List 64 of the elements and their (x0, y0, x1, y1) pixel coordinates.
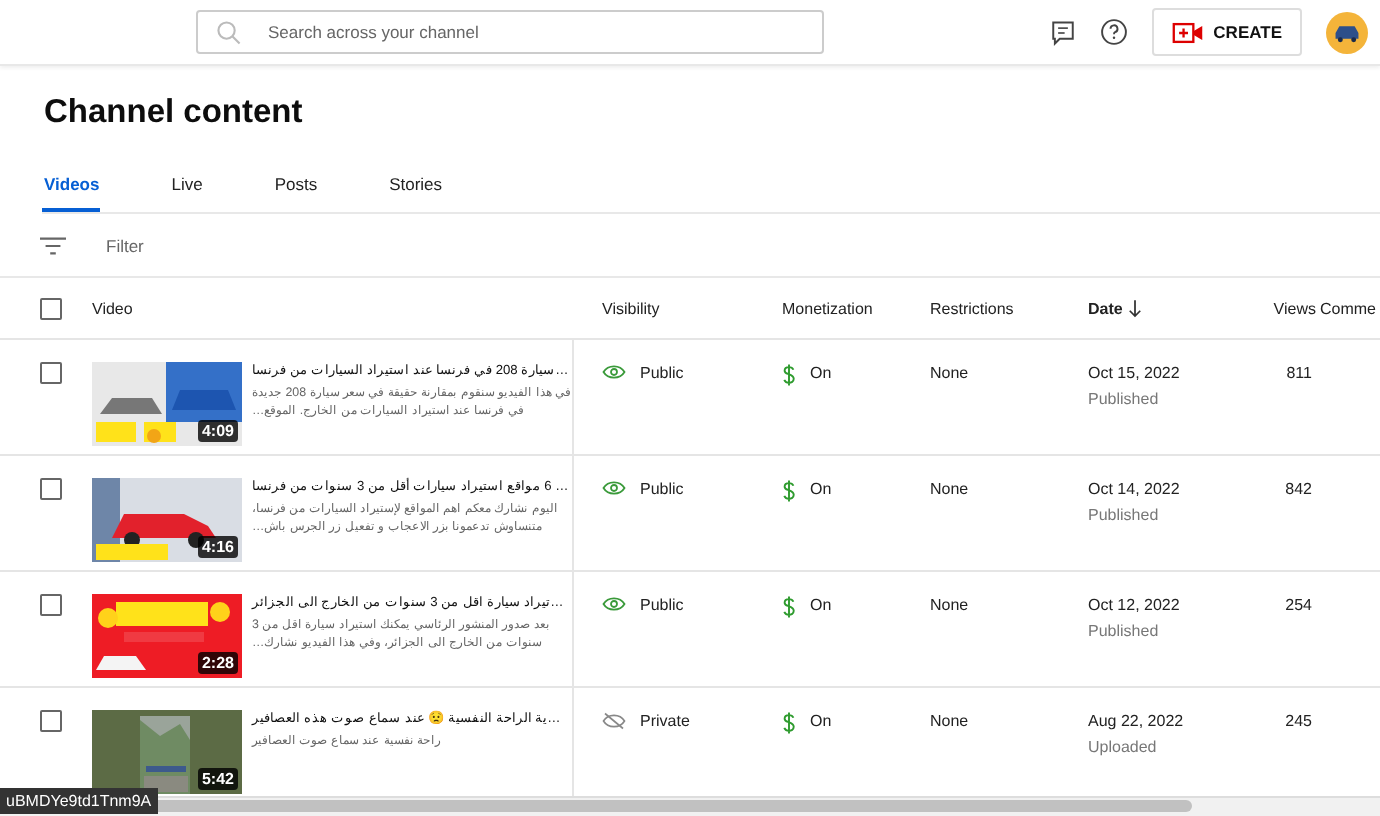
video-plus-icon (1171, 21, 1204, 43)
row-checkbox[interactable] (40, 478, 62, 500)
monetization-status[interactable]: On (810, 712, 832, 730)
eye-icon (602, 596, 626, 612)
dollar-icon (782, 712, 796, 734)
views-count: 254 (1285, 596, 1312, 614)
monetization-status[interactable]: On (810, 480, 832, 498)
eye-icon (602, 480, 626, 496)
date-status: Uploaded (1088, 738, 1157, 756)
date-text: Oct 12, 2022 (1088, 596, 1180, 614)
eye-icon (602, 364, 626, 380)
monetization-status[interactable]: On (810, 596, 832, 614)
duration-badge: 4:09 (197, 420, 238, 442)
restrictions-text: None (930, 480, 969, 498)
row-checkbox[interactable] (40, 362, 62, 384)
date-text: Aug 22, 2022 (1088, 712, 1184, 730)
date-status: Published (1088, 622, 1159, 640)
column-header[interactable]: Monetization (782, 299, 873, 317)
page-title: Channel content (44, 94, 305, 134)
views-count: 245 (1285, 712, 1312, 730)
column-header[interactable]: Visibility (602, 299, 660, 317)
views-count: 811 (1286, 364, 1312, 382)
views-count: 842 (1285, 480, 1312, 498)
duration-badge: 4:16 (197, 536, 238, 558)
date-text: Oct 14, 2022 (1088, 480, 1180, 498)
restrictions-text: None (930, 364, 969, 382)
help-icon[interactable] (1099, 18, 1128, 46)
filter-icon[interactable] (40, 235, 66, 255)
dollar-icon (782, 364, 796, 386)
feedback-icon[interactable] (1049, 19, 1076, 45)
tab[interactable]: Videos (42, 158, 100, 212)
column-header[interactable]: Restrictions (930, 299, 1014, 317)
avatar-icon[interactable] (1326, 11, 1368, 53)
filter-field[interactable]: Filter (106, 235, 246, 255)
status-tooltip: uBMDYe9td1Tnm9A (0, 788, 158, 814)
search-field[interactable]: Search across your channel (196, 10, 824, 54)
sort-arrow-icon (1128, 299, 1143, 317)
column-header[interactable]: Video (92, 299, 133, 317)
row-checkbox[interactable] (40, 710, 62, 732)
column-header[interactable]: Comme (1320, 299, 1377, 317)
create-button[interactable]: CREATE (1151, 8, 1302, 56)
restrictions-text: None (930, 712, 969, 730)
eye-off-icon (602, 712, 626, 730)
date-status: Published (1088, 390, 1159, 408)
column-header[interactable]: Views (1273, 299, 1316, 317)
restrictions-text: None (930, 596, 969, 614)
visibility-status[interactable]: Private (640, 712, 690, 730)
duration-badge: 2:28 (197, 652, 238, 674)
tab[interactable]: Posts (272, 158, 318, 212)
search-icon (216, 20, 242, 46)
select-all-checkbox[interactable] (40, 297, 62, 319)
column-header[interactable]: Date (1088, 299, 1143, 317)
date-status: Published (1088, 506, 1159, 524)
dollar-icon (782, 480, 796, 502)
visibility-status[interactable]: Public (640, 480, 684, 498)
visibility-status[interactable]: Public (640, 596, 684, 614)
date-text: Oct 15, 2022 (1088, 364, 1180, 382)
tab[interactable]: Stories (387, 158, 443, 212)
dollar-icon (782, 596, 796, 618)
monetization-status[interactable]: On (810, 364, 832, 382)
duration-badge: 5:42 (197, 768, 238, 790)
visibility-status[interactable]: Public (640, 364, 684, 382)
tab[interactable]: Live (169, 158, 203, 212)
row-checkbox[interactable] (40, 594, 62, 616)
